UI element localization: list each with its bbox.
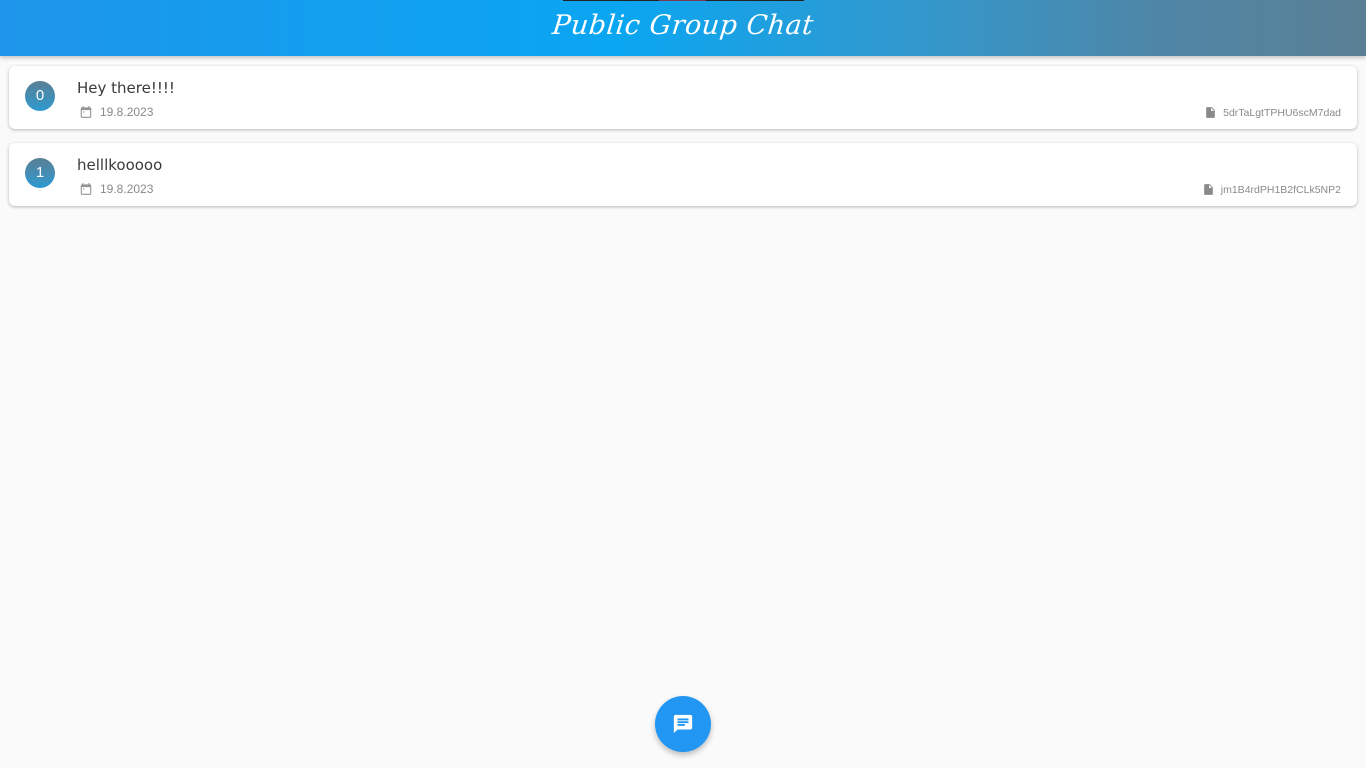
page-title: Public Group Chat (550, 10, 816, 41)
document-icon (1202, 182, 1215, 197)
message-doc-id: 5drTaLgtTPHU6scM7dad (1204, 105, 1341, 120)
new-message-button[interactable] (655, 696, 711, 752)
document-icon (1204, 105, 1217, 120)
date-label: 19.8.2023 (100, 182, 154, 196)
avatar: 1 (25, 158, 55, 188)
message-date: 19.8.2023 (79, 105, 153, 119)
doc-id-label: 5drTaLgtTPHU6scM7dad (1223, 106, 1341, 119)
message-text: helllkooooo (77, 156, 163, 174)
app-bar: Public Group Chat (0, 0, 1366, 56)
calendar-icon (79, 182, 93, 196)
top-strip-segment (659, 0, 706, 1)
message-doc-id: jm1B4rdPH1B2fCLk5NP2 (1202, 182, 1341, 197)
message-text: Hey there!!!! (77, 79, 175, 97)
calendar-icon (79, 105, 93, 119)
message-card[interactable]: 1 helllkooooo 19.8.2023 jm1B4rdPH1B2fCLk… (9, 143, 1357, 206)
message-date: 19.8.2023 (79, 182, 153, 196)
chat-message-icon (672, 713, 694, 735)
doc-id-label: jm1B4rdPH1B2fCLk5NP2 (1220, 183, 1341, 196)
message-card[interactable]: 0 Hey there!!!! 19.8.2023 5drTaLgtTPHU6s… (9, 66, 1357, 129)
date-label: 19.8.2023 (100, 105, 154, 119)
message-list: 0 Hey there!!!! 19.8.2023 5drTaLgtTPHU6s… (9, 66, 1357, 220)
avatar: 0 (25, 81, 55, 111)
